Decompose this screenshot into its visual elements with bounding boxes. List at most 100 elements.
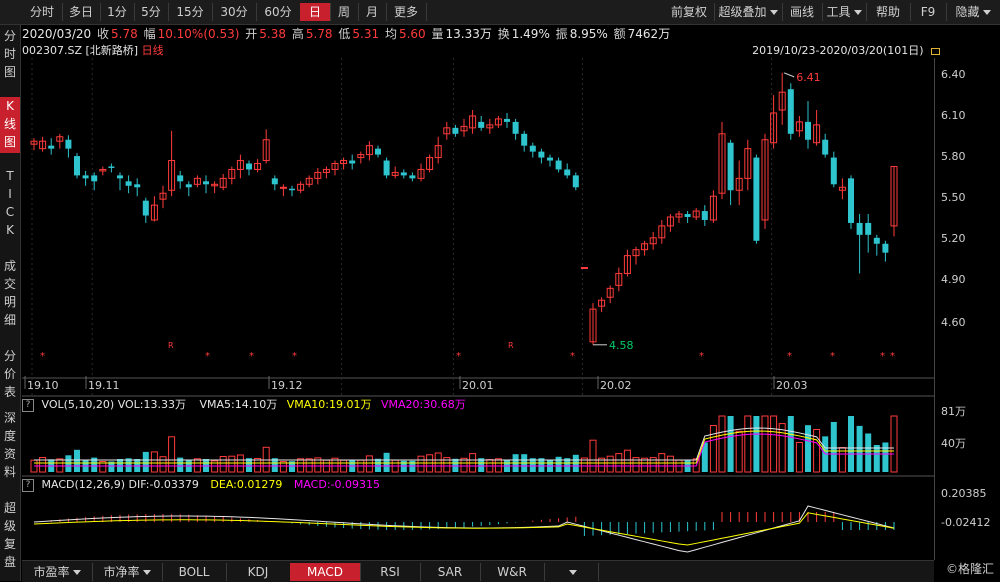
quote-bar: 2020/03/20 收 5.78 幅 10.10%(0.53) 开 5.38 高 5.…	[22, 25, 1000, 43]
high-marker-line	[784, 72, 795, 78]
candle-body	[882, 243, 889, 253]
volume-bar	[74, 449, 80, 472]
candle-body	[177, 175, 184, 182]
volume-bar	[589, 439, 597, 473]
period-tab-30min[interactable]: 30分	[212, 3, 257, 21]
nav-char: 资	[3, 447, 16, 461]
event-marker: *	[456, 351, 461, 362]
candle-body	[142, 200, 149, 216]
lock-icon[interactable]	[931, 48, 940, 55]
price-tick: 5.80	[941, 150, 966, 163]
nav-trade-detail[interactable]: 成交明细	[0, 257, 20, 331]
amplitude-label: 振	[555, 27, 568, 41]
tab-wr[interactable]: W&R	[480, 563, 545, 581]
nav-depth-data[interactable]: 深度资料	[0, 409, 20, 483]
date-label: 20.03	[776, 379, 808, 392]
nav-tick[interactable]: TICK	[0, 167, 20, 241]
candle-body	[74, 156, 80, 176]
date-range[interactable]: 2019/10/23-2020/03/20(101日)	[752, 44, 923, 57]
help-button[interactable]: 帮助	[866, 3, 911, 21]
candle-body	[383, 160, 390, 176]
volume-bar	[744, 415, 752, 473]
nav-char: C	[5, 205, 15, 219]
nav-char: 分	[3, 29, 16, 43]
indicator-tabs: 市盈率 市净率 BOLL KDJ MACD RSI SAR W&R	[22, 560, 934, 582]
nav-kline[interactable]: K线图	[0, 97, 20, 153]
period-tab-1min[interactable]: 1分	[100, 3, 135, 21]
tab-pe-label: 市盈率	[33, 565, 70, 579]
f9-button[interactable]: F9	[910, 3, 947, 21]
period-tab-fenshi[interactable]: 分时	[22, 3, 63, 21]
candle-body	[787, 89, 794, 134]
chart-period: 日线	[141, 44, 164, 57]
forward-adjust-button[interactable]: 前复权	[664, 3, 715, 21]
volume-bar	[795, 441, 803, 473]
tools-label: 工具	[826, 5, 851, 19]
super-overlay-button[interactable]: 超级叠加	[714, 3, 783, 21]
tab-macd[interactable]: MACD	[290, 563, 361, 581]
nav-char: 表	[3, 385, 16, 399]
candle-body	[521, 133, 528, 146]
volume-bar	[830, 421, 837, 472]
candle-body	[478, 121, 485, 128]
vma5-line	[34, 427, 894, 461]
help-icon[interactable]: ?	[22, 398, 34, 412]
volume-bar	[787, 416, 794, 472]
low-value: 5.31	[352, 27, 380, 41]
volume-bar	[305, 458, 313, 473]
event-marker: *	[830, 351, 835, 362]
event-marker: *	[880, 351, 885, 362]
avg-label: 均	[384, 27, 397, 41]
tab-rsi[interactable]: RSI	[360, 563, 421, 581]
tab-boll[interactable]: BOLL	[162, 563, 227, 581]
super-overlay-label: 超级叠加	[718, 5, 767, 19]
period-tab-more[interactable]: 更多	[386, 3, 427, 21]
nav-char: 图	[3, 135, 16, 149]
volume-value: 13.33万	[445, 27, 492, 41]
event-marker: *	[249, 351, 254, 362]
period-tab-15min[interactable]: 15分	[168, 3, 213, 21]
vol-tick: 40万	[941, 437, 966, 450]
draw-line-button[interactable]: 画线	[782, 3, 823, 21]
nav-char: 深	[3, 411, 16, 425]
period-tab-60min[interactable]: 60分	[256, 3, 301, 21]
candle-body	[538, 151, 545, 158]
candle-body	[91, 175, 98, 182]
nav-price-table[interactable]: 分价表	[0, 347, 20, 403]
volume-bar	[297, 458, 305, 473]
nav-super-review[interactable]: 超级复盘	[0, 499, 20, 573]
hide-button[interactable]: 隐藏	[946, 3, 1000, 21]
tab-kdj[interactable]: KDJ	[226, 563, 291, 581]
close-value: 5.78	[111, 27, 138, 41]
volume-bar	[228, 455, 236, 473]
price-tick: 6.40	[941, 68, 966, 81]
candle-body	[547, 157, 553, 161]
help-icon[interactable]: ?	[22, 478, 34, 492]
period-tab-daily[interactable]: 日	[300, 3, 331, 21]
candle-body	[873, 237, 880, 244]
nav-fenshi[interactable]: 分时图	[0, 27, 20, 83]
tab-pb[interactable]: 市净率	[92, 563, 163, 581]
tab-pe[interactable]: 市盈率	[22, 563, 93, 581]
candle-body	[108, 166, 115, 168]
candle-body	[134, 184, 141, 188]
candle-body	[805, 121, 811, 140]
tools-button[interactable]: 工具	[822, 3, 867, 21]
date-label: 19.11	[88, 379, 120, 392]
tab-sar[interactable]: SAR	[420, 563, 481, 581]
period-tab-weekly[interactable]: 周	[330, 3, 359, 21]
candle-body	[727, 142, 734, 191]
avg-value: 5.60	[398, 27, 426, 41]
volume-bar	[142, 451, 149, 472]
date-label: 19.10	[27, 379, 59, 392]
period-toolbar: 分时 多日 1分 5分 15分 30分 60分 日 周 月 更多 前复权 超级叠…	[0, 0, 1000, 25]
period-tab-5min[interactable]: 5分	[134, 3, 169, 21]
tab-more-indicators[interactable]	[544, 563, 599, 581]
macd-name[interactable]: MACD(12,26,9)	[42, 478, 126, 491]
period-tab-multiday[interactable]: 多日	[62, 3, 101, 21]
volume-bar	[417, 455, 425, 473]
vol-name[interactable]: VOL(5,10,20)	[42, 398, 115, 411]
nav-char: 明	[3, 295, 16, 309]
period-tab-monthly[interactable]: 月	[358, 3, 387, 21]
volume-bar	[735, 430, 743, 473]
